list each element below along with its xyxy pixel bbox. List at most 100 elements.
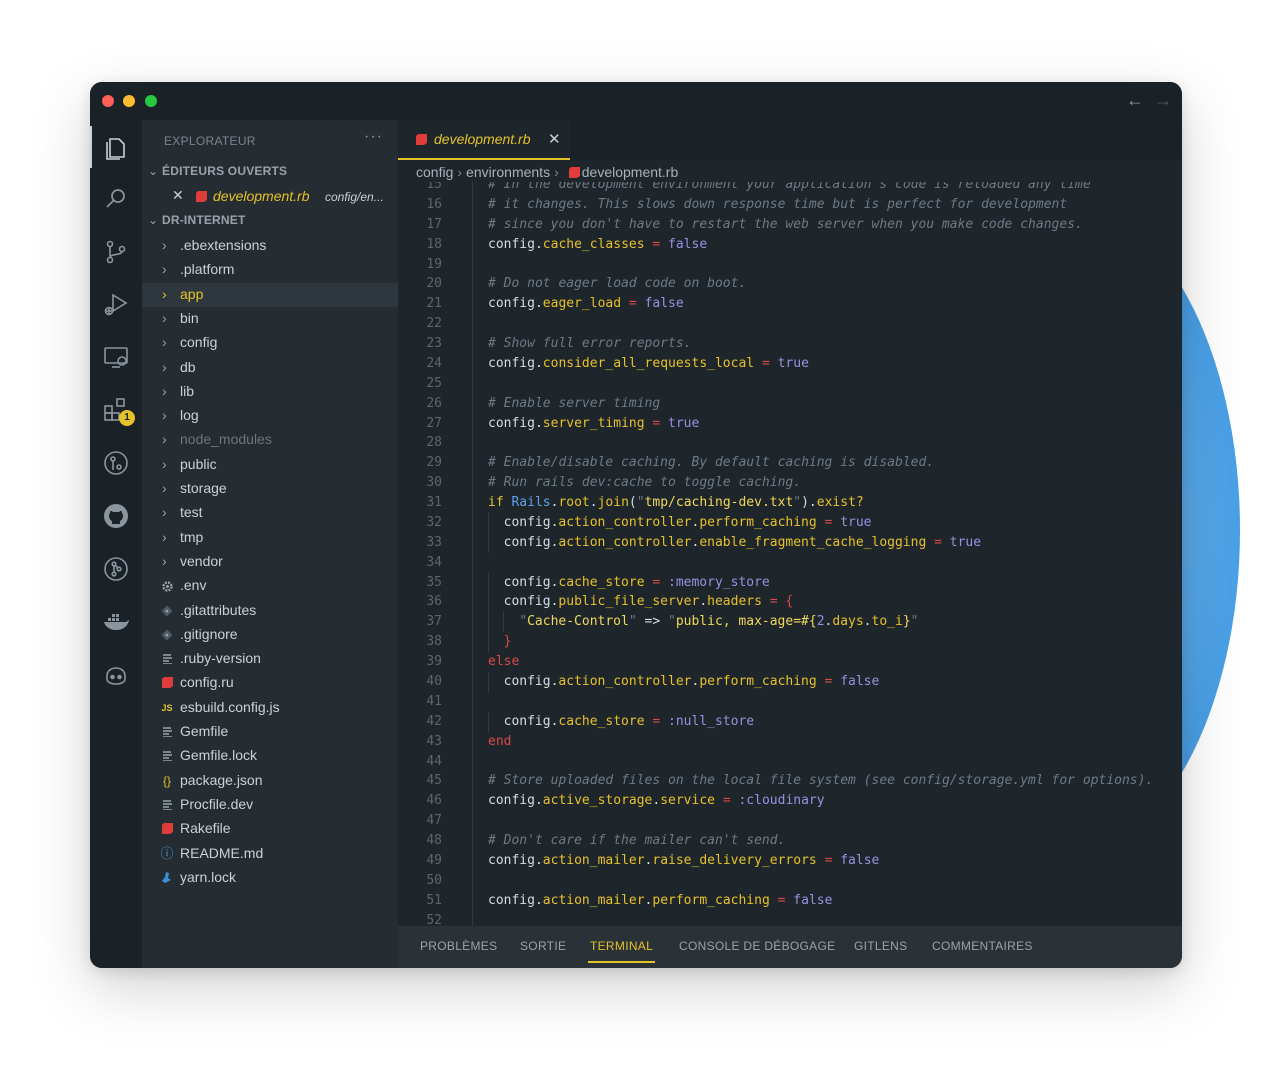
git-graph-icon[interactable] [101,554,131,584]
project-section[interactable]: ⌄ DR-INTERNET [148,213,246,227]
code-token: join [597,495,629,511]
arrow-left-icon[interactable]: ← [1126,90,1144,111]
tree-item-ebextensions[interactable]: › .ebextensions [142,234,398,258]
indent-guide [472,453,473,474]
extensions-icon[interactable]: 1 [101,395,135,426]
indent-guide [487,711,489,732]
tree-item-label: lib [180,382,195,399]
line-number: 36 [426,594,442,610]
tree-item-gitattributes[interactable]: .gitattributes [142,599,398,623]
line-number: 39 [426,654,442,670]
tree-item-procfile-dev[interactable]: Procfile.dev [142,793,398,817]
indent-guide [472,314,473,335]
panel-tab-gitlens[interactable]: GITLENS [854,939,907,953]
ruby-icon [416,134,427,145]
maximize-window-button[interactable] [145,95,157,107]
breadcrumb-item[interactable]: config [416,164,453,180]
line-number: 45 [426,773,442,789]
panel-tab-commentaires[interactable]: COMMENTAIRES [932,939,1033,953]
tree-item-label: README.md [180,844,264,861]
explorer-icon[interactable] [90,126,131,168]
tree-item-config[interactable]: › config [142,331,398,355]
tree-item-label: .platform [180,261,235,278]
panel-tab-sortie[interactable]: SORTIE [520,939,566,953]
panel-tab-console-de-d-bogage[interactable]: CONSOLE DE DÉBOGAGE [679,939,835,953]
tree-item-db[interactable]: › db [142,356,398,380]
source-control-icon[interactable] [101,237,131,267]
code-line: 35 config.cache_store = :memory_store [398,572,1182,593]
run-debug-icon[interactable] [101,289,131,319]
more-actions-icon[interactable]: ··· [364,128,383,146]
close-window-button[interactable] [102,95,114,107]
code-line: 32 config.action_controller.perform_cachi… [398,512,1182,533]
tree-item-package-json[interactable]: {} package.json [142,769,398,793]
panel-tab-probl-mes[interactable]: PROBLÈMES [420,939,497,953]
tree-item-ruby-version[interactable]: .ruby-version [142,647,398,671]
github-icon[interactable] [101,501,131,531]
code-token: config. [488,296,543,312]
line-number: 43 [426,733,442,749]
breadcrumb-item[interactable]: development.rb [582,164,679,180]
code-token: = [652,713,661,729]
code-text: # Enable/disable caching. By default cac… [488,453,934,473]
code-text: end [488,732,511,752]
line-number: 26 [426,395,442,411]
copilot-icon[interactable] [101,660,131,690]
tree-item-log[interactable]: › log [142,404,398,428]
tree-item-vendor[interactable]: › vendor [142,550,398,574]
line-number: 20 [426,276,442,292]
code-text: "Cache-Control" => "public, max-age=#{2.… [519,612,918,632]
open-editors-section[interactable]: ⌄ ÉDITEURS OUVERTS [148,164,287,178]
breadcrumb-item[interactable]: environments [466,164,550,180]
git-icon [159,627,175,643]
tree-item-config-ru[interactable]: config.ru [142,671,398,695]
code-token: cache_store [558,713,645,729]
code-line: 27 config.server_timing = true [398,413,1182,434]
line-number: 49 [426,852,442,868]
tree-item-gemfile[interactable]: Gemfile [142,720,398,744]
code-text: # Don't care if the mailer can't send. [488,831,785,851]
indent-guide [472,373,473,394]
code-token: = [934,534,942,550]
tree-item-gemfile-lock[interactable]: Gemfile.lock [142,744,398,768]
minimize-window-button[interactable] [123,95,135,107]
line-number: 48 [426,833,442,849]
code-token: public_file_server [558,594,700,610]
gitlens-icon[interactable] [101,448,131,478]
tree-item-esbuild-config-js[interactable]: JS esbuild.config.js [142,696,398,720]
remote-explorer-icon[interactable] [101,342,131,372]
tree-item-readme-md[interactable]: ⓘ README.md [142,842,398,866]
tree-item-label: Rakefile [180,820,231,837]
code-token: raise_delivery_errors [652,852,817,868]
tab-development-rb[interactable]: development.rb ✕ [398,120,570,160]
tree-item-node-modules[interactable]: › node_modules [142,428,398,452]
code-token: config. [488,415,543,431]
tree-item-yarn-lock[interactable]: yarn.lock [142,866,398,890]
panel-tab-terminal[interactable]: TERMINAL [587,939,656,963]
code-token: headers [707,594,762,610]
arrow-right-icon[interactable]: → [1154,90,1172,111]
tree-item-tmp[interactable]: › tmp [142,526,398,550]
ruby-icon [159,821,175,837]
code-editor[interactable]: 15 # In the development environment your … [398,182,1182,926]
code-token: => [636,614,668,630]
tree-item-rakefile[interactable]: Rakefile [142,817,398,841]
tree-item-test[interactable]: › test [142,501,398,525]
code-token: :memory_store [668,574,770,590]
tree-item-storage[interactable]: › storage [142,477,398,501]
search-icon[interactable] [101,184,131,214]
open-editor-item[interactable]: ✕ development.rb config/en... [142,184,398,208]
tree-item-lib[interactable]: › lib [142,380,398,404]
tree-item-gitignore[interactable]: .gitignore [142,623,398,647]
close-icon[interactable]: ✕ [172,187,184,204]
tree-item-public[interactable]: › public [142,453,398,477]
close-icon[interactable]: ✕ [548,130,561,148]
tree-item-platform[interactable]: › .platform [142,258,398,282]
tree-item-app[interactable]: › app [142,282,398,307]
tree-item-bin[interactable]: › bin [142,307,398,331]
code-text: # Show full error reports. [488,334,692,354]
tree-item-env[interactable]: .env [142,574,398,598]
docker-icon[interactable] [101,607,131,637]
